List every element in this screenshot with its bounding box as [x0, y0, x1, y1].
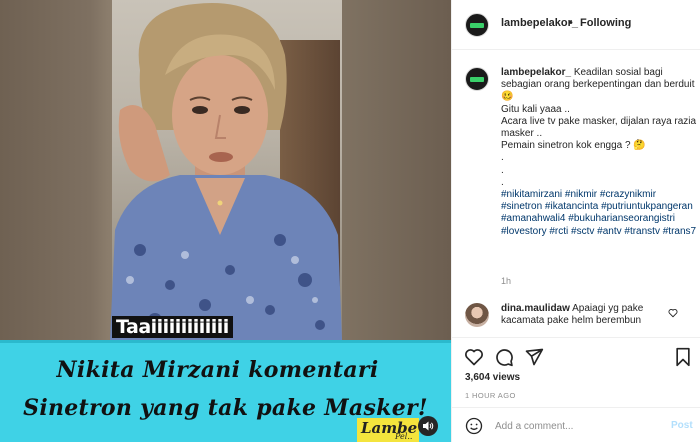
- header-username[interactable]: lambepelakor_: [501, 17, 578, 29]
- view-count[interactable]: 3,604 views: [465, 372, 520, 383]
- post-video[interactable]: Taaiiiiiiiiiiiii Nikita Mirzani komentar…: [0, 0, 451, 442]
- caption-avatar[interactable]: [465, 67, 489, 91]
- caption-line: Pemain sinetron kok engga ? 🤔: [501, 140, 646, 152]
- caption-line: .: [501, 164, 504, 176]
- banner-line-1: Nikita Mirzani komentari: [56, 357, 379, 383]
- heart-icon[interactable]: [668, 308, 678, 318]
- share-icon[interactable]: [524, 347, 544, 367]
- avatar[interactable]: [465, 13, 489, 37]
- caption-time: 1h: [501, 276, 512, 286]
- heart-icon[interactable]: [464, 347, 484, 367]
- caption-hashtags[interactable]: #nikitamirzani #nikmir #crazynikmir #sin…: [501, 189, 696, 237]
- caption-line: .: [501, 176, 504, 188]
- post-sidebar: lambepelakor_ • Following lambepelakor_ …: [451, 0, 700, 442]
- watermark-logo: Lambe Pel..: [357, 418, 419, 442]
- audio-toggle-button[interactable]: [418, 416, 438, 436]
- comment-input[interactable]: [495, 416, 655, 436]
- commenter-avatar[interactable]: [465, 303, 489, 327]
- header-separator: •: [569, 17, 573, 29]
- post-comment-button[interactable]: Post: [671, 420, 693, 431]
- caption-username[interactable]: lambepelakor_: [501, 67, 571, 78]
- emoji-icon[interactable]: [465, 417, 483, 435]
- watermark-logo-sub: Pel..: [395, 432, 413, 441]
- comment-item: dina.maulidaw Apaiagi yg pake kacamata p…: [452, 295, 700, 335]
- action-bar: 3,604 views 1 HOUR AGO Post: [452, 337, 700, 442]
- caption-line: Acara live tv pake masker, dijalan raya …: [501, 115, 697, 140]
- person-figure: [110, 3, 342, 340]
- caption-text: lambepelakor_ Keadilan sosial bagi sebag…: [501, 67, 697, 238]
- post-header: lambepelakor_ • Following: [452, 0, 700, 50]
- following-button[interactable]: Following: [580, 17, 631, 29]
- commenter-username[interactable]: dina.maulidaw: [501, 303, 570, 314]
- caption-line: .: [501, 152, 504, 164]
- add-comment-bar: Post: [452, 407, 700, 443]
- caption-line: Gitu kali yaaa ..: [501, 103, 570, 115]
- instagram-post: Taaiiiiiiiiiiiii Nikita Mirzani komentar…: [0, 0, 700, 442]
- bookmark-icon[interactable]: [673, 347, 693, 367]
- caption-section: lambepelakor_ Keadilan sosial bagi sebag…: [452, 51, 700, 291]
- comment-icon[interactable]: [494, 347, 514, 367]
- comment-text: dina.maulidaw Apaiagi yg pake kacamata p…: [501, 303, 669, 327]
- speaker-icon: [423, 421, 434, 431]
- post-timestamp[interactable]: 1 HOUR AGO: [465, 391, 516, 400]
- video-overlay-caption: Taaiiiiiiiiiiiii: [112, 316, 233, 338]
